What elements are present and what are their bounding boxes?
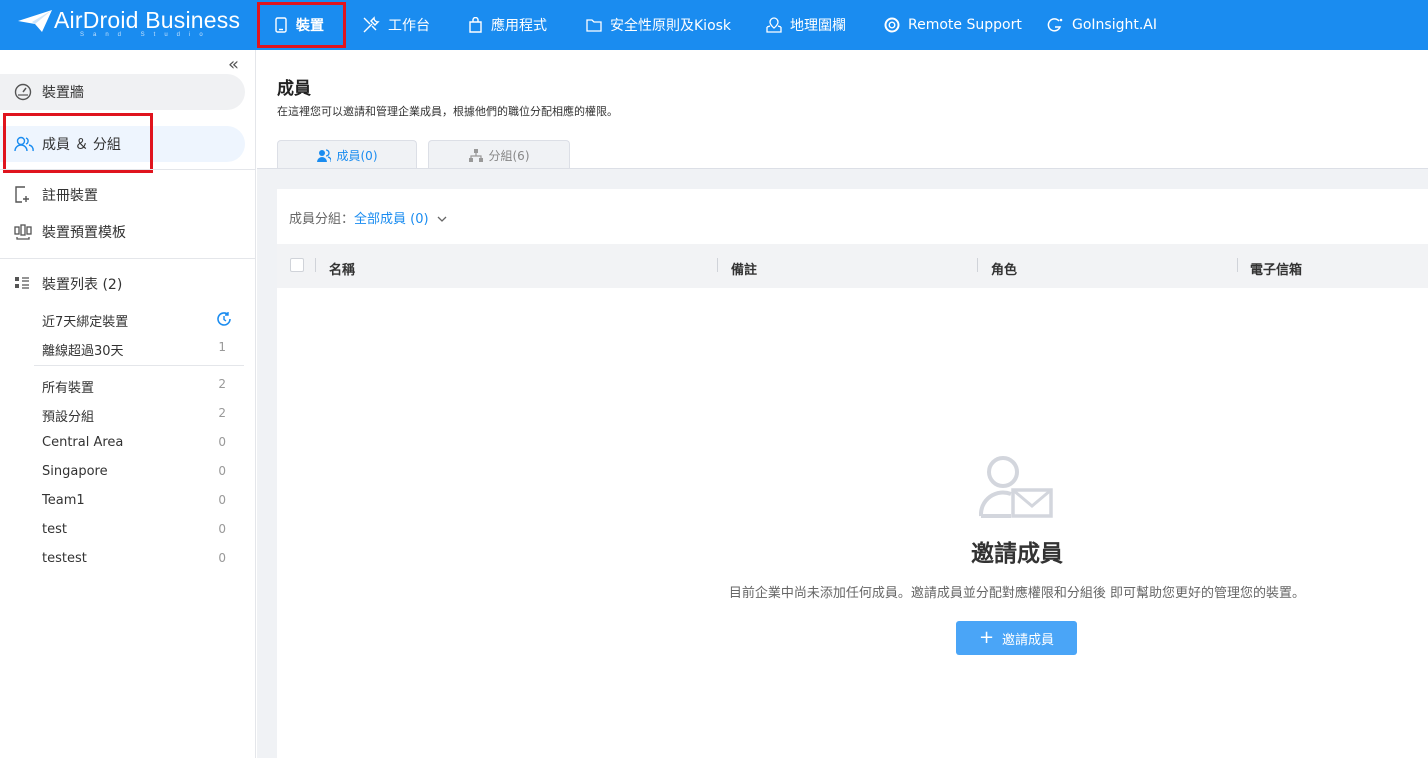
column-header-email[interactable]: 電子信箱 bbox=[1250, 259, 1302, 278]
top-navigation-bar: AirDroid Business Sand Studio 裝置 工作台 應用程… bbox=[0, 0, 1428, 50]
list-item-group-team1[interactable]: Team1 0 bbox=[42, 493, 230, 515]
nav-remote-support[interactable]: Remote Support bbox=[884, 0, 1022, 50]
page-title: 成員 bbox=[277, 79, 311, 99]
list-item-group-central-area[interactable]: Central Area 0 bbox=[42, 435, 230, 457]
list-item-label: 近7天綁定裝置 bbox=[42, 315, 129, 330]
nav-goinsight[interactable]: GoInsight.AI bbox=[1046, 0, 1157, 50]
dashboard-icon bbox=[14, 83, 32, 101]
column-header-role[interactable]: 角色 bbox=[991, 259, 1017, 278]
collapse-sidebar-icon[interactable]: « bbox=[228, 54, 239, 75]
sidebar-item-register-device[interactable]: 註冊裝置 bbox=[0, 177, 245, 213]
chevron-down-icon bbox=[437, 216, 447, 222]
divider bbox=[34, 365, 244, 366]
empty-state-title: 邀請成員 bbox=[971, 541, 1063, 567]
list-item-count: 2 bbox=[218, 377, 226, 391]
nav-policy-kiosk[interactable]: 安全性原則及Kiosk bbox=[586, 0, 731, 50]
app-bag-icon bbox=[469, 17, 482, 33]
list-item-count: 1 bbox=[218, 340, 226, 354]
column-divider bbox=[315, 258, 316, 272]
group-tree-icon bbox=[468, 148, 483, 162]
group-filter-label: 成員分組： bbox=[289, 212, 355, 227]
sidebar-item-device-wall[interactable]: 裝置牆 bbox=[0, 74, 245, 110]
list-item-offline-30[interactable]: 離線超過30天 1 bbox=[42, 340, 230, 362]
template-icon bbox=[14, 224, 32, 240]
sidebar-item-label: 註冊裝置 bbox=[42, 188, 98, 204]
column-header-name[interactable]: 名稱 bbox=[329, 259, 355, 278]
list-item-count: 0 bbox=[218, 435, 226, 449]
tab-groups[interactable]: 分組(6) bbox=[428, 140, 570, 169]
list-item-count: 2 bbox=[218, 406, 226, 420]
members-tab-icon bbox=[316, 148, 331, 162]
column-divider bbox=[1237, 258, 1238, 272]
list-item-group-test[interactable]: test 0 bbox=[42, 522, 230, 544]
nav-workbench[interactable]: 工作台 bbox=[362, 0, 430, 50]
table-header: 名稱 備註 角色 電子信箱 bbox=[277, 244, 1428, 288]
invite-member-illustration-icon bbox=[979, 456, 1053, 518]
sidebar-item-device-template[interactable]: 裝置預置模板 bbox=[0, 214, 245, 250]
list-item-default-group[interactable]: 預設分組 2 bbox=[42, 406, 230, 428]
nav-apps[interactable]: 應用程式 bbox=[468, 0, 547, 50]
page-description: 在這裡您可以邀請和管理企業成員，根據他們的職位分配相應的權限。 bbox=[277, 105, 618, 118]
sidebar-item-label: 裝置預置模板 bbox=[42, 225, 126, 241]
brand-name: AirDroid Business bbox=[54, 7, 241, 33]
empty-state-description: 目前企業中尚未添加任何成員。邀請成員並分配對應權限和分組後 即可幫助您更好的管理… bbox=[728, 586, 1306, 601]
plus-icon: + bbox=[978, 627, 995, 648]
column-header-remark[interactable]: 備註 bbox=[731, 259, 757, 278]
members-panel: 成員分組：全部成員 (0) 名稱 備註 角色 電子信箱 邀請成員 目前企業中尚未… bbox=[277, 189, 1428, 758]
lifebuoy-icon bbox=[884, 17, 900, 33]
divider bbox=[0, 258, 256, 259]
list-item-all-devices[interactable]: 所有裝置 2 bbox=[42, 377, 230, 399]
list-item-label: testest bbox=[42, 551, 87, 566]
nav-policy-kiosk-label: 安全性原則及Kiosk bbox=[610, 18, 732, 34]
tab-members[interactable]: 成員(0) bbox=[277, 140, 417, 169]
list-item-label: test bbox=[42, 522, 67, 537]
highlight-box-members bbox=[3, 113, 153, 173]
column-divider bbox=[977, 258, 978, 272]
nav-geofence[interactable]: 地理圍欄 bbox=[766, 0, 846, 50]
folder-icon bbox=[586, 19, 602, 32]
list-item-recent-bound[interactable]: 近7天綁定裝置 bbox=[42, 311, 231, 333]
tab-groups-label: 分組(6) bbox=[488, 148, 530, 163]
list-item-group-singapore[interactable]: Singapore 0 bbox=[42, 464, 230, 486]
highlight-box-nav bbox=[257, 2, 346, 48]
list-item-label: Singapore bbox=[42, 464, 108, 479]
clock-icon bbox=[217, 312, 231, 326]
list-item-label: 離線超過30天 bbox=[42, 344, 124, 359]
list-item-count: 0 bbox=[218, 493, 226, 507]
nav-goinsight-label: GoInsight.AI bbox=[1072, 17, 1158, 33]
column-divider bbox=[717, 258, 718, 272]
list-item-group-testest[interactable]: testest 0 bbox=[42, 551, 230, 573]
select-all-checkbox[interactable] bbox=[290, 258, 304, 272]
list-item-label: Central Area bbox=[42, 435, 124, 450]
list-item-label: 預設分組 bbox=[42, 410, 95, 425]
goinsight-icon bbox=[1047, 18, 1063, 32]
airdroid-logo[interactable]: AirDroid Business Sand Studio bbox=[18, 6, 248, 44]
main-content: 成員 在這裡您可以邀請和管理企業成員，根據他們的職位分配相應的權限。 成員(0)… bbox=[257, 50, 1428, 758]
nav-workbench-label: 工作台 bbox=[388, 18, 430, 34]
sidebar-item-device-list[interactable]: 裝置列表 (2) bbox=[0, 266, 245, 302]
list-item-label: 所有裝置 bbox=[42, 381, 95, 396]
paper-plane-icon bbox=[18, 10, 52, 32]
register-device-icon bbox=[15, 186, 29, 203]
invite-member-button-label: 邀請成員 bbox=[1002, 632, 1055, 648]
group-filter[interactable]: 成員分組：全部成員 (0) bbox=[289, 208, 447, 227]
tools-icon bbox=[363, 16, 380, 33]
list-item-count: 0 bbox=[218, 551, 226, 565]
sidebar-item-label: 裝置牆 bbox=[42, 85, 84, 101]
group-filter-value: 全部成員 (0) bbox=[354, 212, 429, 227]
sidebar-item-label: 裝置列表 (2) bbox=[42, 277, 123, 293]
list-icon bbox=[15, 277, 29, 289]
tab-members-label: 成員(0) bbox=[336, 148, 378, 163]
list-item-count: 0 bbox=[218, 522, 226, 536]
sidebar: « 裝置牆 成員 ＆ 分組 註冊裝置 裝置預置模板 裝置列表 (2) 近7天綁定… bbox=[0, 50, 256, 758]
nav-remote-support-label: Remote Support bbox=[908, 17, 1022, 33]
invite-member-button[interactable]: + 邀請成員 bbox=[956, 621, 1077, 655]
brand-subtitle: Sand Studio bbox=[80, 32, 212, 38]
divider bbox=[0, 169, 256, 170]
map-pin-icon bbox=[766, 17, 782, 33]
list-item-label: Team1 bbox=[42, 493, 85, 508]
list-item-count: 0 bbox=[218, 464, 226, 478]
nav-geofence-label: 地理圍欄 bbox=[790, 18, 846, 34]
nav-apps-label: 應用程式 bbox=[491, 18, 547, 34]
